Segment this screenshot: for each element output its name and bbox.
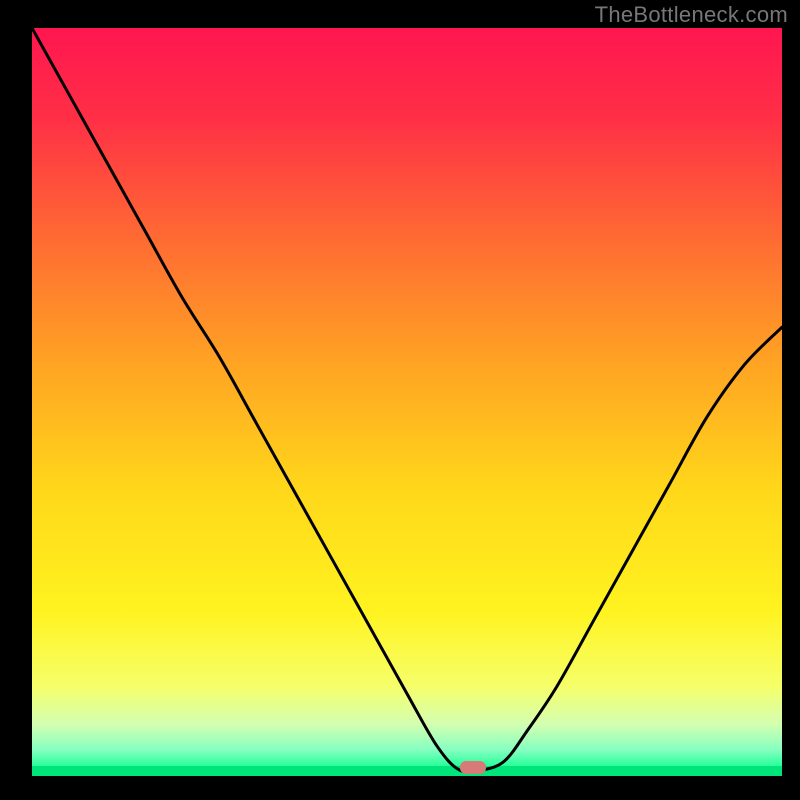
- bottleneck-chart: [0, 0, 800, 800]
- watermark-text: TheBottleneck.com: [595, 2, 788, 28]
- chart-frame: TheBottleneck.com: [0, 0, 800, 800]
- green-baseline: [32, 766, 782, 776]
- plot-area: [32, 28, 782, 776]
- min-marker: [460, 761, 486, 774]
